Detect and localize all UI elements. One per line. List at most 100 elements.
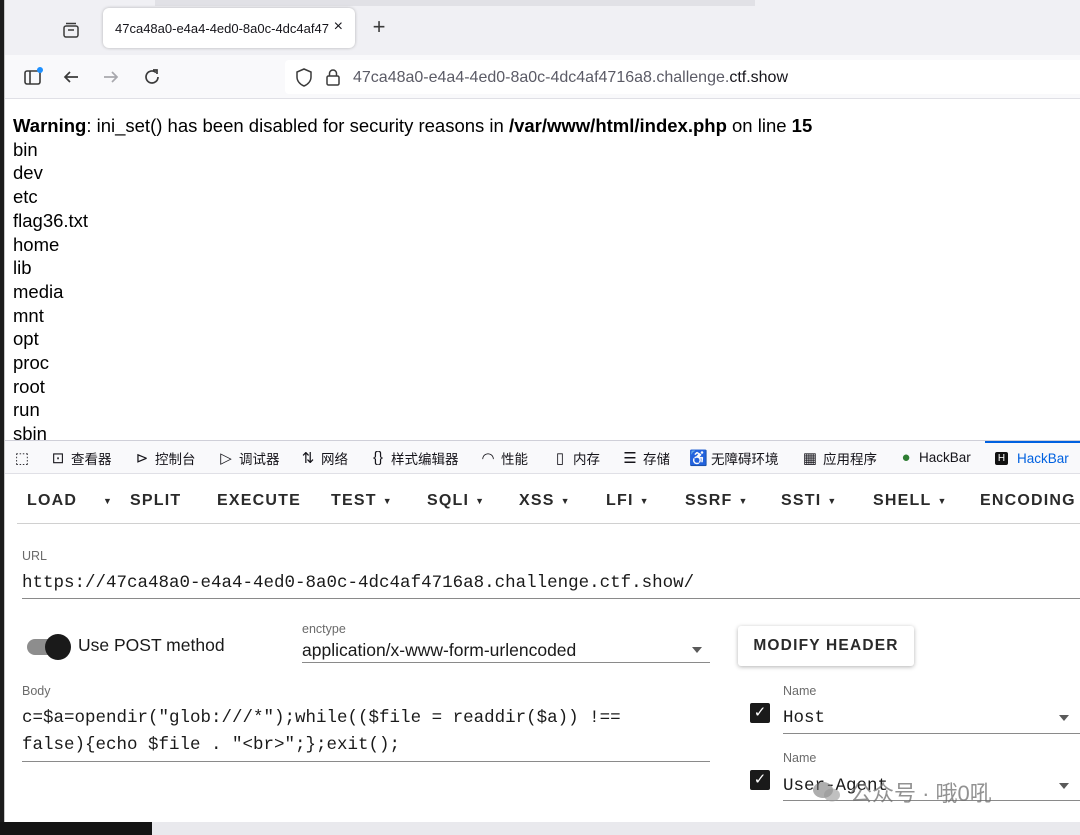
lock-icon[interactable] <box>325 68 341 91</box>
tab-label: 样式编辑器 <box>391 451 459 467</box>
forward-icon[interactable] <box>99 65 123 89</box>
warning-path: /var/www/html/index.php <box>508 115 727 136</box>
menu-label: ENCODING <box>980 492 1076 509</box>
tab-label: 应用程序 <box>823 451 877 467</box>
warning-line: 15 <box>791 115 813 136</box>
encoding-menu[interactable]: ENCODING▼ <box>980 492 1080 510</box>
list-item: mnt <box>13 304 44 326</box>
enctype-label: enctype <box>302 622 346 636</box>
tab-accessibility[interactable]: ♿ 无障碍环境 <box>689 441 779 474</box>
url-label: URL <box>22 549 48 563</box>
shield-icon[interactable] <box>295 68 313 92</box>
element-picker-icon[interactable]: ⬚ <box>13 441 35 474</box>
sidebar-icon[interactable] <box>21 65 45 89</box>
new-tab-button[interactable]: + <box>367 14 391 40</box>
tab-memory[interactable]: ▯ 内存 <box>551 441 600 474</box>
tab-strip: 47ca48a0-e4a4-4ed0-8a0c-4dc4af4716a8.cha… <box>5 0 1080 55</box>
load-button[interactable]: LOAD <box>27 492 77 510</box>
post-toggle[interactable] <box>45 634 71 660</box>
list-item: opt <box>13 328 39 350</box>
menu-label: XSS <box>519 492 555 509</box>
url-text[interactable]: 47ca48a0-e4a4-4ed0-8a0c-4dc4af4716a8.cha… <box>353 69 788 87</box>
list-item: etc <box>13 186 38 208</box>
list-item: dev <box>13 162 43 184</box>
body-label: Body <box>22 684 51 698</box>
tab-label: 内存 <box>573 451 600 467</box>
navigation-bar: 47ca48a0-e4a4-4ed0-8a0c-4dc4af4716a8.cha… <box>5 55 1080 99</box>
tab-label: HackBar <box>919 450 971 465</box>
dir-listing: bin dev etc flag36.txt home lib media mn… <box>13 138 1073 440</box>
browser-tab[interactable]: 47ca48a0-e4a4-4ed0-8a0c-4dc4af4716a8.cha… <box>103 8 355 48</box>
xss-menu[interactable]: XSS ▼ <box>519 492 571 510</box>
tab-close-icon[interactable]: × <box>334 18 343 36</box>
test-menu[interactable]: TEST ▼ <box>331 492 393 510</box>
hackbar-icon: ● <box>901 449 911 466</box>
menu-label: SSTI <box>781 492 822 509</box>
tab-storage[interactable]: ☰ 存储 <box>621 441 670 474</box>
back-icon[interactable] <box>59 65 83 89</box>
list-item: sbin <box>13 423 47 440</box>
modify-header-button[interactable]: MODIFY HEADER <box>738 626 914 666</box>
ssti-menu[interactable]: SSTI ▼ <box>781 492 837 510</box>
load-options-icon[interactable]: ▼ <box>97 492 113 510</box>
enctype-underline <box>302 662 710 663</box>
tab-hackbar-2[interactable]: H HackBar <box>985 441 1080 474</box>
ssrf-menu[interactable]: SSRF ▼ <box>685 492 749 510</box>
menu-label: TEST <box>331 492 377 509</box>
tab-application[interactable]: ▦ 应用程序 <box>801 441 877 474</box>
tab-label: 存储 <box>643 451 670 467</box>
url-underline <box>22 598 1080 599</box>
reload-icon[interactable] <box>140 65 164 89</box>
tab-console[interactable]: ⊳ 控制台 <box>133 441 196 474</box>
url-input[interactable]: https://47ca48a0-e4a4-4ed0-8a0c-4dc4af47… <box>22 573 694 593</box>
list-item: bin <box>13 138 38 160</box>
split-button[interactable]: SPLIT <box>130 492 181 510</box>
devtools-toolbar: ⬚ ⊡ 查看器 ⊳ 控制台 ▷ 调试器 ⇅ 网络 {} 样式编辑器 ◠ 性能 ▯ 内存 ☰ 存储… <box>5 440 1080 474</box>
tab-title: 47ca48a0-e4a4-4ed0-8a0c-4dc4af4716a8.cha… <box>115 20 329 36</box>
tab-overview-icon[interactable] <box>57 16 85 44</box>
warning-label: Warning <box>13 115 87 136</box>
host-header-checkbox[interactable]: ✓ <box>750 703 770 723</box>
performance-icon: ◠ <box>481 449 495 467</box>
shell-menu[interactable]: SHELL ▼ <box>873 492 948 510</box>
lfi-menu[interactable]: LFI ▼ <box>606 492 650 510</box>
tab-hackbar-1[interactable]: ● HackBar <box>897 441 971 474</box>
warning-text: : ini_set() has been disabled for securi… <box>86 115 509 136</box>
watermark-text: 公众号 · 哦0吼 <box>850 781 992 806</box>
style-editor-icon: {} <box>372 449 384 466</box>
warning-on-line: on line <box>726 115 792 136</box>
host-header-select[interactable]: Host <box>783 708 825 728</box>
user-agent-chevron-down-icon[interactable] <box>1059 783 1069 789</box>
address-bar[interactable]: 47ca48a0-e4a4-4ed0-8a0c-4dc4af4716a8.cha… <box>285 60 1080 94</box>
tab-debugger[interactable]: ▷ 调试器 <box>217 441 279 474</box>
tab-performance[interactable]: ◠ 性能 <box>479 441 528 474</box>
wechat-icon <box>812 780 842 804</box>
enctype-chevron-down-icon[interactable] <box>692 647 702 653</box>
accessibility-icon: ♿ <box>689 449 708 467</box>
inspector-icon: ⊡ <box>51 449 65 467</box>
browser-window: 47ca48a0-e4a4-4ed0-8a0c-4dc4af4716a8.cha… <box>4 0 1080 822</box>
tab-inspector[interactable]: ⊡ 查看器 <box>49 441 112 474</box>
host-underline <box>783 733 1080 734</box>
execute-button[interactable]: EXECUTE <box>217 492 301 510</box>
list-item: home <box>13 233 60 255</box>
enctype-select[interactable]: application/x-www-form-urlencoded <box>302 640 576 661</box>
list-item: flag36.txt <box>13 209 89 231</box>
tab-style-editor[interactable]: {} 样式编辑器 <box>369 441 459 474</box>
sqli-menu[interactable]: SQLI ▼ <box>427 492 485 510</box>
list-item: proc <box>13 352 49 374</box>
tab-network[interactable]: ⇅ 网络 <box>299 441 348 474</box>
user-agent-header-checkbox[interactable]: ✓ <box>750 770 770 790</box>
menu-label: LFI <box>606 492 634 509</box>
header-name-label: Name <box>783 751 817 765</box>
body-input-line-1[interactable]: c=$a=opendir("glob:///*");while(($file =… <box>22 708 621 728</box>
list-item: media <box>13 280 64 302</box>
list-item: lib <box>13 257 32 279</box>
host-chevron-down-icon[interactable] <box>1059 715 1069 721</box>
menu-label: SHELL <box>873 492 932 509</box>
console-icon: ⊳ <box>135 449 149 467</box>
body-input-line-2[interactable]: false){echo $file . "<br>";};exit(); <box>22 735 400 755</box>
network-icon: ⇅ <box>301 449 315 467</box>
url-prefix: 47ca48a0-e4a4-4ed0-8a0c-4dc4af4716a8.cha… <box>353 69 730 86</box>
tab-label: 性能 <box>501 451 528 467</box>
